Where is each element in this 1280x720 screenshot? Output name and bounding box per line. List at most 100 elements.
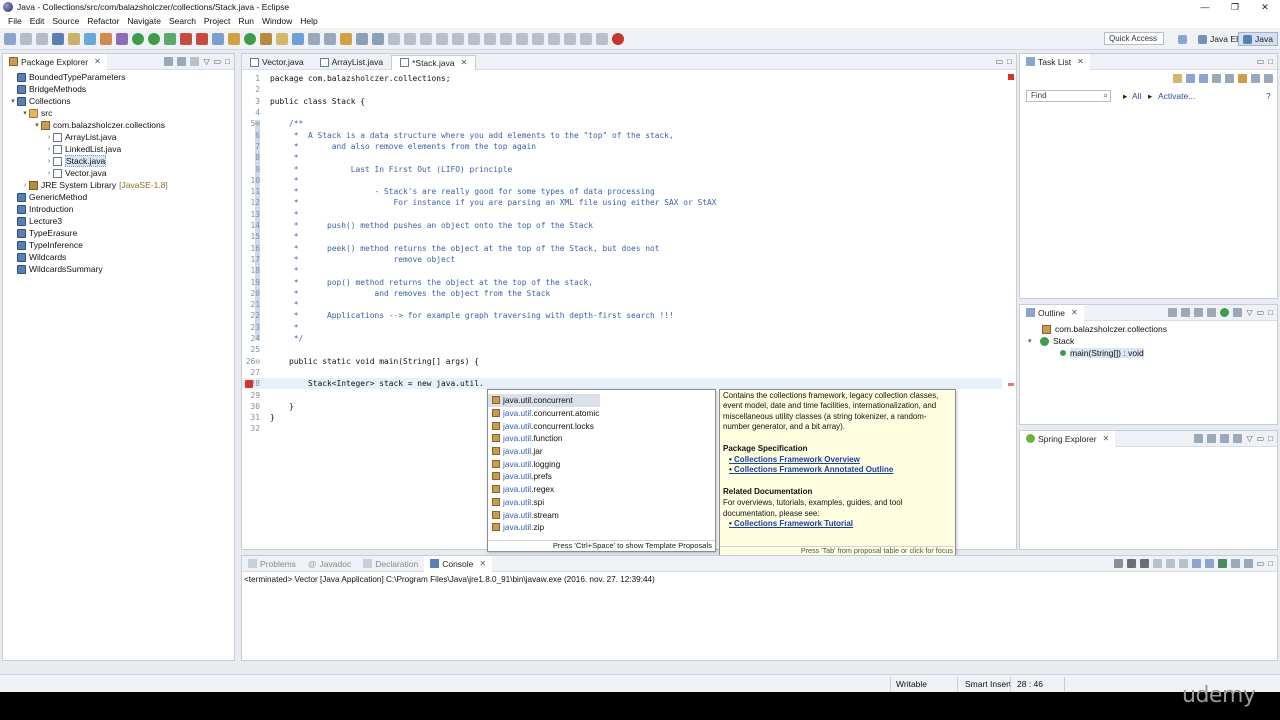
- tree-item[interactable]: Introduction: [9, 203, 73, 215]
- chevron-right-icon[interactable]: ›: [45, 146, 53, 153]
- code-line[interactable]: 14 * push() method pushes an object onto…: [242, 220, 1002, 231]
- minimize-view-icon[interactable]: ▭: [1257, 308, 1265, 317]
- outline-item-package[interactable]: com.balazsholczer.collections: [1042, 323, 1167, 335]
- menu-run[interactable]: Run: [234, 16, 258, 26]
- tree-item[interactable]: BridgeMethods: [9, 83, 86, 95]
- next-annotation-icon[interactable]: [308, 33, 320, 45]
- tab-declaration[interactable]: Declaration: [357, 556, 424, 572]
- search-icon[interactable]: [276, 33, 288, 45]
- proposal-item[interactable]: java.util .logging: [488, 457, 715, 470]
- tree-item[interactable]: › LinkedList.java: [45, 143, 121, 155]
- open-task-icon[interactable]: [260, 33, 272, 45]
- error-line-marker[interactable]: [1008, 383, 1014, 386]
- new-package-icon[interactable]: [228, 33, 240, 45]
- proposal-item[interactable]: java.util .concurrent.atomic: [488, 407, 715, 420]
- record-icon[interactable]: [612, 33, 624, 45]
- sync-icon[interactable]: [564, 33, 576, 45]
- code-line[interactable]: 16 * peek() method returns the object at…: [242, 243, 1002, 254]
- code-line[interactable]: 6 * A Stack is a data structure where yo…: [242, 130, 1002, 141]
- menu-window[interactable]: Window: [258, 16, 296, 26]
- code-line[interactable]: 17 * remove object: [242, 254, 1002, 265]
- code-line[interactable]: 9 * Last In First Out (LIFO) principle: [242, 163, 1002, 174]
- menu-refactor[interactable]: Refactor: [83, 16, 123, 26]
- proposal-item[interactable]: java.util .zip: [488, 521, 715, 534]
- menu-source[interactable]: Source: [48, 16, 83, 26]
- tab-arraylist-java[interactable]: ArrayList.java: [312, 55, 392, 70]
- chevron-down-icon[interactable]: ▾: [33, 121, 41, 129]
- gear-icon[interactable]: [116, 33, 128, 45]
- refresh-icon[interactable]: [548, 33, 560, 45]
- pin-console-icon[interactable]: [1217, 559, 1227, 568]
- code-line[interactable]: 28 Stack<Integer> stack = new java.util.: [242, 378, 1002, 390]
- close-button[interactable]: ✕: [1250, 0, 1280, 14]
- hide-fields-icon[interactable]: [1194, 308, 1204, 317]
- tab-vector-java[interactable]: Vector.java: [242, 55, 312, 70]
- help-icon[interactable]: ?: [1266, 91, 1271, 101]
- show-stderr-icon[interactable]: [1204, 559, 1214, 568]
- proposal-item[interactable]: java.util .concurrent: [488, 394, 600, 407]
- hide-nonpublic-icon[interactable]: [1220, 308, 1230, 317]
- outline-item-method[interactable]: main(String[]) : void: [1060, 347, 1144, 359]
- close-icon[interactable]: ✕: [94, 57, 101, 66]
- tree-item[interactable]: GenericMethod: [9, 191, 87, 203]
- activate-link[interactable]: Activate...: [1158, 91, 1195, 101]
- use-step-filters-icon[interactable]: [484, 33, 496, 45]
- doc-link[interactable]: Collections Framework Tutorial: [729, 519, 952, 530]
- tree-item[interactable]: › ArrayList.java: [45, 131, 117, 143]
- minimize-view-icon[interactable]: ▭: [1257, 559, 1265, 568]
- skip-breakpoints-icon[interactable]: [68, 33, 80, 45]
- minimize-view-icon[interactable]: ▭: [214, 57, 222, 66]
- code-line[interactable]: 24 */: [242, 333, 1002, 344]
- maximize-view-icon[interactable]: □: [1007, 57, 1012, 66]
- code-line[interactable]: 4: [242, 107, 1002, 118]
- remove-all-icon[interactable]: [1139, 559, 1149, 568]
- tab-spring-explorer[interactable]: Spring Explorer ✕: [1020, 430, 1116, 447]
- stop-icon[interactable]: [180, 33, 192, 45]
- bookmark-icon[interactable]: [596, 33, 608, 45]
- maximize-button[interactable]: ❐: [1220, 0, 1250, 14]
- collapse-all-icon[interactable]: [1168, 308, 1178, 317]
- open-perspective-button[interactable]: [1174, 32, 1191, 46]
- clear-console-icon[interactable]: [1152, 559, 1162, 568]
- menu-search[interactable]: Search: [165, 16, 200, 26]
- terminate-icon[interactable]: [1113, 559, 1123, 568]
- code-line[interactable]: 5⊖ /**: [242, 118, 1002, 129]
- tree-item[interactable]: › Stack.java: [45, 155, 107, 167]
- external-tools-icon[interactable]: [196, 33, 208, 45]
- proposal-item[interactable]: java.util .concurrent.locks: [488, 419, 715, 432]
- chevron-down-icon[interactable]: ▽: [203, 57, 209, 66]
- task-find-input[interactable]: Find ⌕: [1026, 90, 1111, 102]
- tree-item[interactable]: › Vector.java: [45, 167, 107, 179]
- maximize-view-icon[interactable]: □: [225, 57, 230, 66]
- overview-ruler[interactable]: [1004, 72, 1014, 535]
- code-line[interactable]: 7 * and also remove elements from the to…: [242, 141, 1002, 152]
- code-line[interactable]: 23 *: [242, 322, 1002, 333]
- outline-item-class[interactable]: ▾ Stack: [1028, 335, 1074, 347]
- code-line[interactable]: 13 *: [242, 209, 1002, 220]
- hide-local-types-icon[interactable]: [1233, 308, 1243, 317]
- code-line[interactable]: 27: [242, 367, 1002, 378]
- proposal-item[interactable]: java.util .jar: [488, 445, 715, 458]
- close-icon[interactable]: ✕: [1071, 308, 1078, 317]
- error-icon[interactable]: [245, 379, 253, 388]
- chevron-down-icon[interactable]: ▽: [1246, 308, 1252, 317]
- chevron-right-icon[interactable]: ›: [45, 134, 53, 141]
- code-line[interactable]: 1 package com.balazsholczer.collections;: [242, 73, 1002, 84]
- minimize-view-icon[interactable]: ▭: [996, 57, 1004, 66]
- tree-item[interactable]: ▾ Collections: [9, 95, 70, 107]
- code-line[interactable]: 10 *: [242, 175, 1002, 186]
- navigate-back-icon[interactable]: [500, 33, 512, 45]
- proposal-item[interactable]: java.util .regex: [488, 483, 715, 496]
- tab-javadoc[interactable]: @ Javadoc: [302, 556, 357, 572]
- code-line[interactable]: 21 *: [242, 299, 1002, 310]
- chevron-down-icon[interactable]: ▾: [9, 97, 17, 105]
- tree-item[interactable]: ▾ src: [21, 107, 52, 119]
- close-icon[interactable]: ✕: [461, 58, 468, 67]
- tab-task-list[interactable]: Task List ✕: [1020, 53, 1090, 70]
- tree-item[interactable]: ▾ com.balazsholczer.collections: [33, 119, 165, 131]
- chevron-right-icon[interactable]: ›: [45, 170, 53, 177]
- save-all-icon[interactable]: [36, 33, 48, 45]
- code-line[interactable]: 25: [242, 344, 1002, 355]
- close-icon[interactable]: ✕: [479, 559, 486, 568]
- code-line[interactable]: 11 * - Stack's are really good for some …: [242, 186, 1002, 197]
